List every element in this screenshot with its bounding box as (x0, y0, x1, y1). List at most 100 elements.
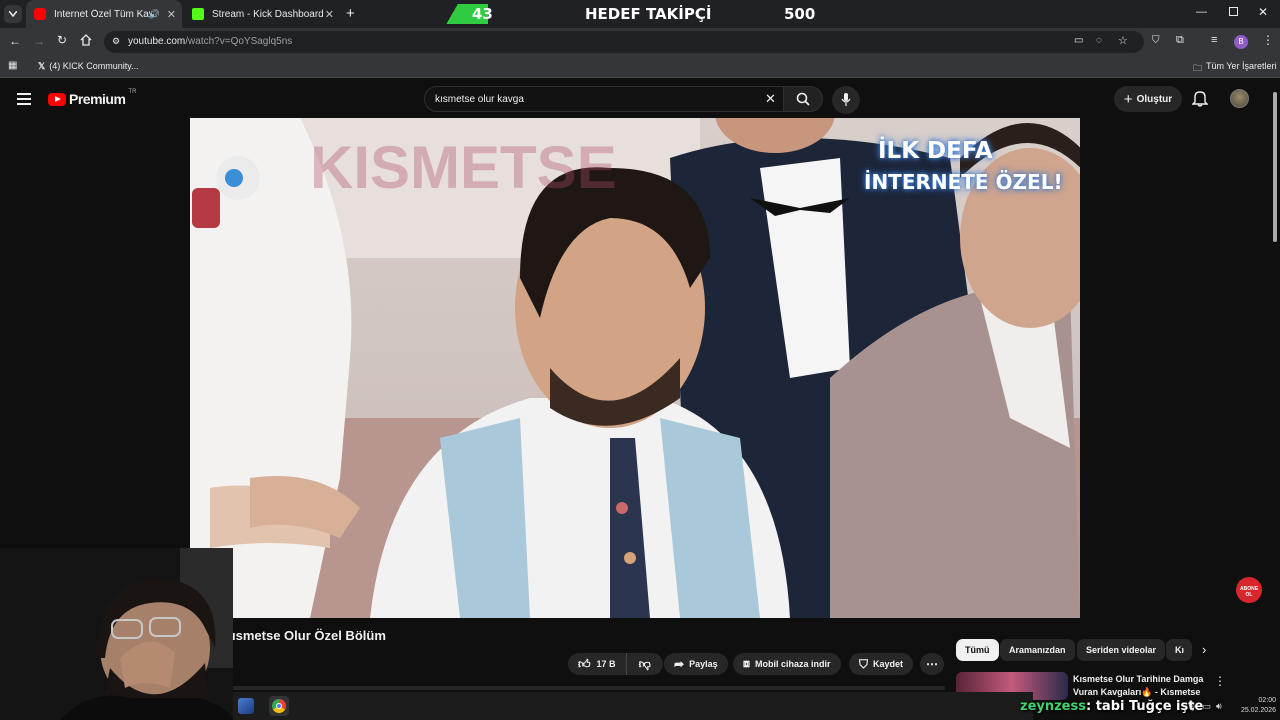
save-button[interactable]: ⛉ Kaydet (849, 653, 914, 675)
subscribe-badge[interactable]: ABONE OL (1236, 577, 1262, 603)
region-code: TR (128, 89, 137, 95)
hamburger-menu-icon[interactable] (17, 93, 31, 105)
system-tray: 🎙︎ ▭ 🔊︎ (1186, 701, 1222, 712)
restore-button[interactable] (1229, 7, 1238, 16)
chips-next-arrow-icon[interactable]: › (1202, 642, 1206, 657)
media-control-icon[interactable]: ≡ (1211, 34, 1217, 46)
create-button[interactable]: + Oluştur (1114, 86, 1182, 112)
video-title: ısmetse Olur Özel Bölüm (232, 628, 386, 643)
share-arrow-icon: ➦ (674, 657, 685, 671)
back-button[interactable]: ← (9, 34, 21, 48)
notifications-bell-icon[interactable] (1191, 90, 1209, 112)
account-avatar[interactable] (1230, 89, 1249, 108)
recommendation-title-line2[interactable]: Vuran Kavgaları🔥 - Kısmetse (1073, 687, 1213, 698)
chip-from-search[interactable]: Aramanızdan (1000, 639, 1075, 661)
download-label: Mobil cihaza indir (755, 659, 831, 669)
bookmark-label: (4) KICK Community... (49, 61, 139, 71)
reload-button[interactable]: ↻ (57, 33, 67, 47)
home-button[interactable] (80, 33, 92, 51)
profile-avatar[interactable]: B (1234, 35, 1248, 49)
logo-text: Premium (69, 91, 126, 107)
close-tab-icon[interactable]: ✕ (167, 8, 176, 21)
devices-icon: ⧈ (743, 657, 750, 670)
chip-series-videos[interactable]: Seriden videolar (1077, 639, 1166, 661)
search-button[interactable] (783, 86, 823, 112)
video-player[interactable]: KISMETSE İLK DEFA İNTERNETE ÖZEL! (190, 118, 1080, 618)
voice-search-button[interactable] (832, 86, 860, 114)
x-logo-icon: 𝕏 (38, 61, 46, 71)
watermark-line2: İNTERNETE ÖZEL! (864, 170, 1063, 194)
new-tab-button[interactable]: + (346, 5, 355, 22)
youtube-play-logo-icon (48, 92, 66, 106)
more-horizontal-icon: ⋯ (926, 657, 938, 671)
more-actions-button[interactable]: ⋯ (920, 653, 944, 675)
system-clock[interactable]: 02:00 25.02.2026 (1228, 696, 1276, 716)
search-input[interactable]: kısmetse olur kavga ✕ (424, 86, 784, 112)
plus-icon: + (1123, 90, 1133, 108)
bookmark-kick-community[interactable]: 𝕏 (4) KICK Community... (38, 61, 139, 72)
taskbar (233, 692, 1033, 720)
like-dislike-group: 👍︎ 17 B 👎︎ (568, 653, 663, 675)
description-divider (233, 686, 945, 690)
all-bookmarks-label: Tüm Yer İşaretleri (1206, 61, 1277, 71)
dislike-button[interactable]: 👎︎ (627, 657, 663, 672)
webcam-overlay (0, 548, 233, 720)
set-logo-text: KISMETSE (310, 134, 617, 201)
browser-menu-icon[interactable]: ⋮ (1262, 33, 1274, 47)
speaker-icon: 🔊 (148, 8, 160, 19)
tab-kick-dashboard[interactable]: Stream - Kick Dashboard ✕ (184, 0, 340, 28)
scrollbar-thumb[interactable] (1273, 92, 1277, 242)
search-query: kısmetse olur kavga (435, 94, 524, 105)
address-bar[interactable]: ⚙ youtube.com/watch?v=QoYSaglq5ns ▭ ◌ ☆ (104, 31, 1144, 53)
recommendation-title-line1[interactable]: Kısmetse Olur Tarihine Damga (1073, 674, 1213, 684)
save-label: Kaydet (873, 659, 904, 669)
bookmark-icon: ⛉ (859, 656, 869, 671)
download-button[interactable]: ⧈ Mobil cihaza indir (733, 653, 841, 675)
clock-time: 02:00 (1258, 697, 1276, 704)
eye-off-icon[interactable]: ◌ (1096, 35, 1102, 46)
create-label: Oluştur (1136, 93, 1173, 105)
share-button[interactable]: ➦ Paylaş (664, 653, 728, 675)
stream-chat-message: zeynzess: tabi Tuğçe işte (1020, 699, 1203, 714)
search-icon (796, 92, 810, 106)
tab-list-button[interactable] (4, 5, 22, 23)
folder-icon: 🗀 (1193, 63, 1203, 73)
goal-target: 500 (784, 5, 816, 23)
watermark-line1: İLK DEFA (878, 138, 993, 164)
chip-partial[interactable]: Kı (1166, 639, 1192, 661)
like-button[interactable]: 👍︎ 17 B (568, 653, 627, 675)
thumbs-up-icon: 👍︎ (578, 656, 591, 671)
recommendation-menu-icon[interactable]: ⋮ (1214, 674, 1226, 688)
bookmarks-bar: ▦ 𝕏 (4) KICK Community... 🗀 Tüm Yer İşar… (0, 56, 1280, 78)
follower-goal-overlay: 43 HEDEF TAKİPÇİ 500 (440, 0, 860, 28)
thumbs-down-icon: 👎︎ (638, 656, 651, 671)
chevron-down-icon (9, 11, 17, 17)
minimize-button[interactable]: — (1196, 6, 1207, 18)
home-icon (80, 34, 92, 46)
youtube-favicon-icon (34, 8, 46, 20)
page-scrollbar[interactable] (1270, 80, 1280, 720)
tab-label: Stream - Kick Dashboard (212, 8, 324, 20)
chip-all[interactable]: Tümü (956, 639, 999, 661)
extensions-icon[interactable]: ⧉ (1176, 34, 1184, 47)
forward-button[interactable]: → (33, 34, 45, 48)
all-bookmarks-button[interactable]: 🗀 Tüm Yer İşaretleri (1193, 61, 1277, 77)
tab-youtube[interactable]: İnternet Özel Tüm Kavgala 🔊 ✕ (26, 0, 182, 28)
chat-username: zeynzess (1020, 699, 1086, 714)
taskbar-app-icon[interactable] (238, 698, 254, 714)
apps-grid-icon[interactable]: ▦ (8, 60, 17, 71)
site-info-icon[interactable]: ⚙ (112, 36, 120, 47)
browser-tab-strip: İnternet Özel Tüm Kavgala 🔊 ✕ Stream - K… (0, 0, 1280, 28)
network-icon[interactable]: ▭ (1202, 701, 1211, 712)
mic-tray-icon[interactable]: 🎙︎ (1186, 701, 1197, 712)
cast-icon[interactable]: ▭ (1074, 35, 1083, 46)
youtube-header: Premium TR kısmetse olur kavga ✕ + Oluşt… (0, 80, 1268, 118)
close-tab-icon[interactable]: ✕ (325, 8, 334, 21)
bookmark-star-icon[interactable]: ☆ (1118, 34, 1128, 47)
shield-icon[interactable]: ⛉ (1152, 35, 1160, 46)
close-window-button[interactable]: ✕ (1258, 5, 1268, 19)
volume-icon[interactable]: 🔊︎ (1216, 701, 1222, 712)
chrome-taskbar-icon[interactable] (269, 696, 289, 716)
youtube-logo[interactable]: Premium TR (48, 89, 137, 107)
clear-search-icon[interactable]: ✕ (765, 91, 776, 107)
